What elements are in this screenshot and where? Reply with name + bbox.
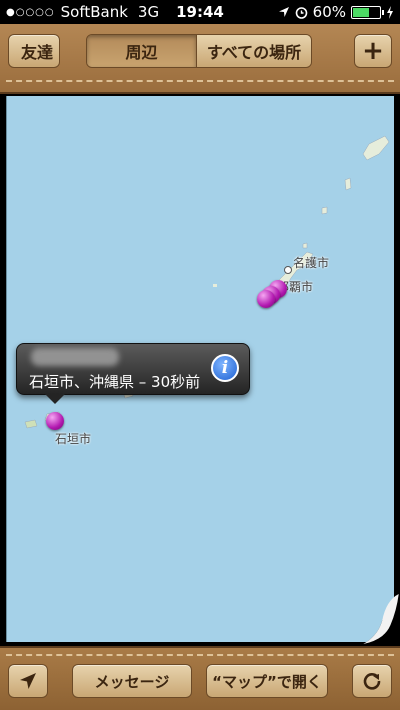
callout-subtitle: 石垣市、沖縄県 – 30秒前: [29, 373, 201, 391]
friend-pin[interactable]: [257, 290, 275, 308]
charging-icon: [387, 5, 393, 19]
location-services-icon: [278, 7, 289, 17]
battery-icon: [351, 5, 384, 19]
open-in-maps-button[interactable]: “マップ”で開く: [206, 664, 328, 698]
bottom-toolbar: メッセージ “マップ”で開く: [0, 646, 400, 710]
map-label-nago: 名護市: [293, 256, 330, 270]
network-type: 3G: [137, 3, 160, 21]
back-button-friends[interactable]: 友達: [8, 34, 60, 68]
top-toolbar: 友達 周辺 すべての場所 +: [0, 24, 400, 94]
refresh-button[interactable]: [352, 664, 392, 698]
location-arrow-icon: [20, 673, 36, 689]
alarm-icon: [295, 6, 307, 19]
add-button[interactable]: +: [354, 34, 392, 68]
blurred-friend-name: [31, 348, 119, 366]
stitching: [6, 654, 394, 656]
battery-fill: [353, 7, 369, 17]
city-marker: [284, 266, 292, 274]
info-icon[interactable]: i: [211, 354, 239, 382]
location-callout[interactable]: 石垣市、沖縄県 – 30秒前 i: [16, 343, 250, 404]
status-bar: ●○○○○ SoftBank 3G 19:44 60%: [0, 0, 400, 24]
page-curl-button[interactable]: [361, 594, 400, 644]
message-button[interactable]: メッセージ: [72, 664, 192, 698]
friend-pin-selected[interactable]: [46, 412, 64, 430]
stitching: [6, 80, 394, 82]
battery-percent: 60%: [312, 3, 346, 21]
signal-strength: ●○○○○: [6, 6, 55, 18]
segment-nearby[interactable]: 周辺: [87, 35, 197, 67]
map-label-ishigaki: 石垣市: [55, 432, 92, 446]
status-right: 60%: [278, 3, 394, 21]
segment-all-locations[interactable]: すべての場所: [197, 35, 311, 67]
carrier-name: SoftBank: [60, 3, 128, 21]
segmented-control: 周辺 すべての場所: [86, 34, 312, 68]
current-location-button[interactable]: [8, 664, 48, 698]
refresh-icon: [363, 673, 381, 690]
plus-icon: +: [362, 36, 384, 66]
